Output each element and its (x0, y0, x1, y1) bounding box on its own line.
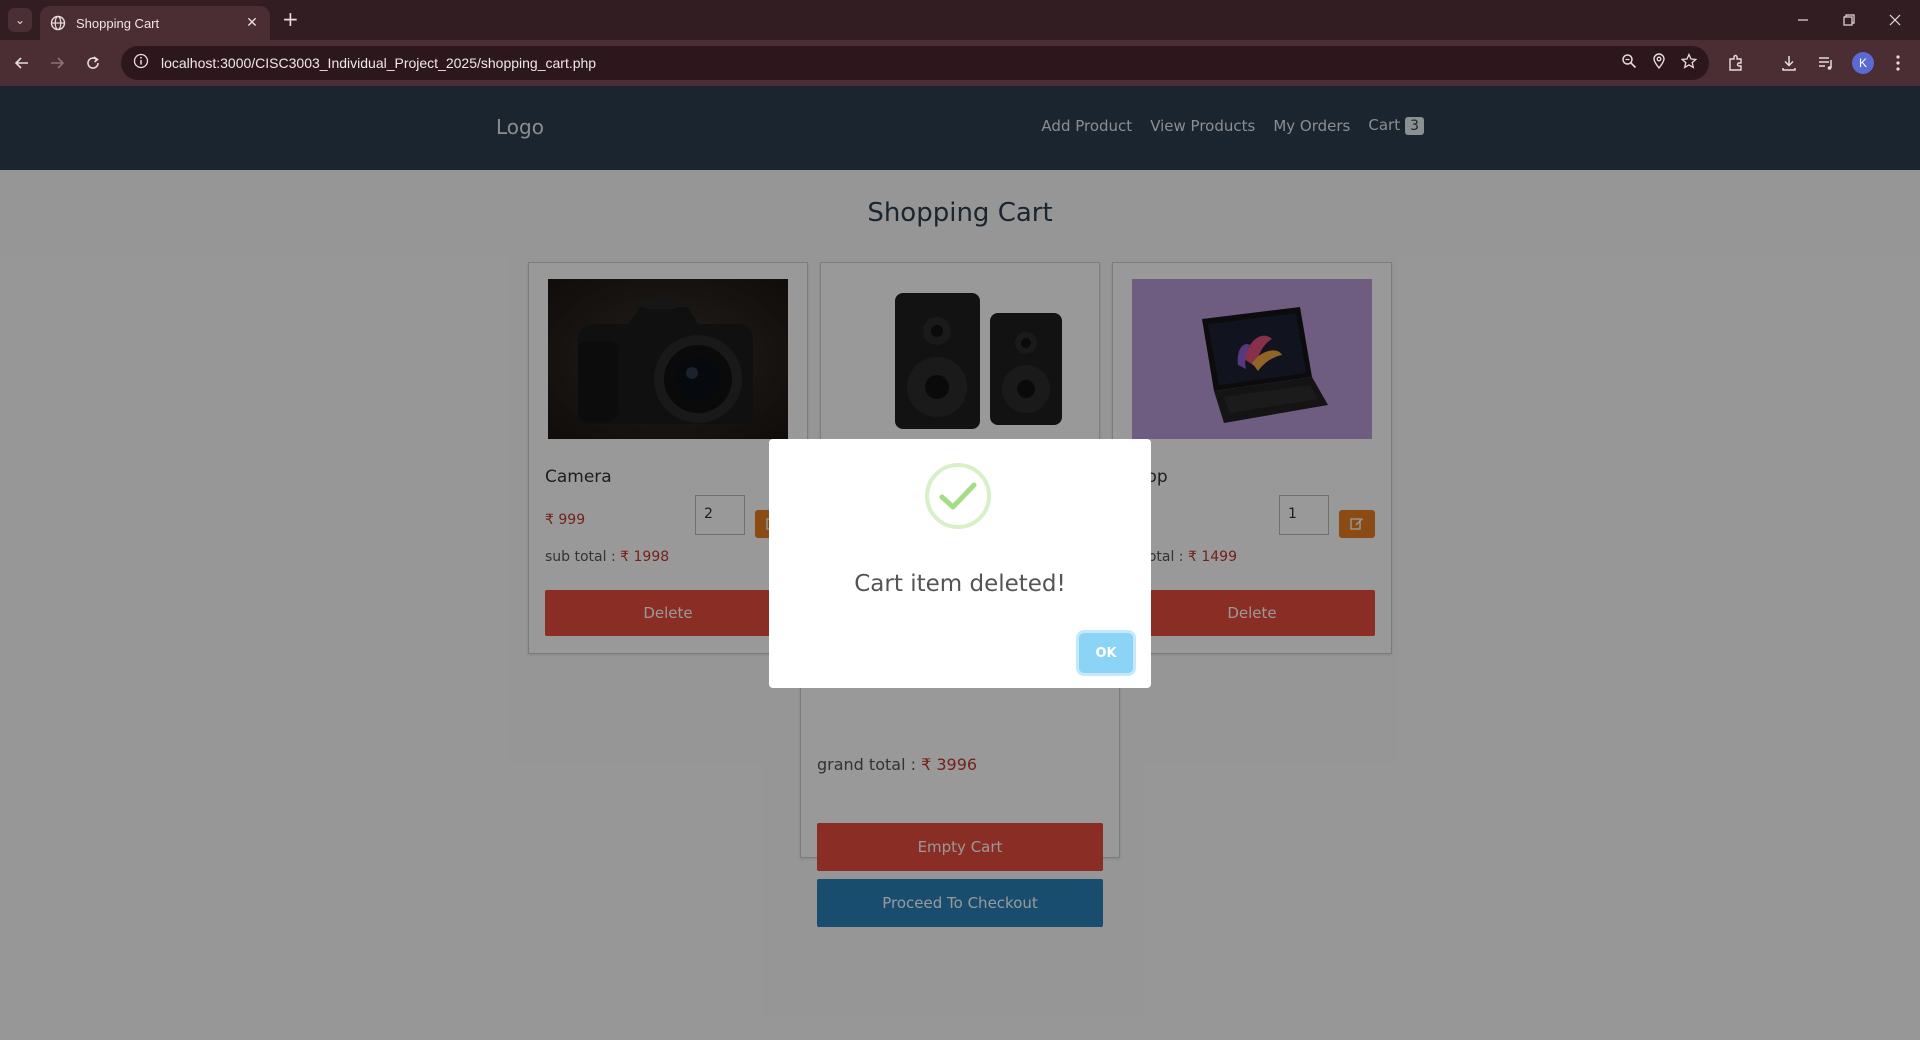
browser-toolbar: localhost:3000/CISC3003_Individual_Proje… (0, 40, 1920, 86)
restore-icon[interactable] (1826, 0, 1872, 40)
globe-icon (50, 15, 66, 31)
extensions-icon[interactable] (1725, 52, 1747, 74)
download-icon[interactable] (1778, 52, 1800, 74)
forward-arrow-icon[interactable] (45, 51, 69, 75)
media-controls-icon[interactable] (1815, 52, 1837, 74)
dialog-message: Cart item deleted! (854, 571, 1066, 597)
profile-avatar[interactable]: K (1852, 52, 1874, 74)
tab-search-button[interactable]: ⌄ (8, 8, 32, 32)
url-text: localhost:3000/CISC3003_Individual_Proje… (161, 55, 597, 71)
chevron-down-icon: ⌄ (14, 13, 26, 27)
minimize-icon[interactable] (1780, 0, 1826, 40)
close-tab-icon[interactable]: ✕ (244, 15, 260, 31)
site-info-icon[interactable] (133, 53, 149, 73)
zoom-icon[interactable] (1621, 53, 1637, 73)
tab-title: Shopping Cart (76, 15, 160, 31)
address-bar[interactable]: localhost:3000/CISC3003_Individual_Proje… (121, 46, 1709, 80)
bookmark-star-icon[interactable] (1680, 52, 1698, 73)
new-tab-icon[interactable]: + (282, 9, 299, 29)
success-check-icon (925, 463, 991, 529)
ok-button[interactable]: OK (1079, 633, 1133, 673)
location-pin-icon[interactable] (1651, 53, 1667, 73)
back-arrow-icon[interactable] (10, 51, 34, 75)
browser-tab[interactable]: Shopping Cart ✕ (40, 6, 270, 40)
kebab-menu-icon[interactable] (1887, 52, 1909, 74)
browser-tab-bar: ⌄ Shopping Cart ✕ + (0, 0, 1920, 40)
reload-icon[interactable] (81, 51, 105, 75)
close-window-icon[interactable] (1872, 0, 1918, 40)
alert-dialog: Cart item deleted! OK (769, 439, 1151, 688)
